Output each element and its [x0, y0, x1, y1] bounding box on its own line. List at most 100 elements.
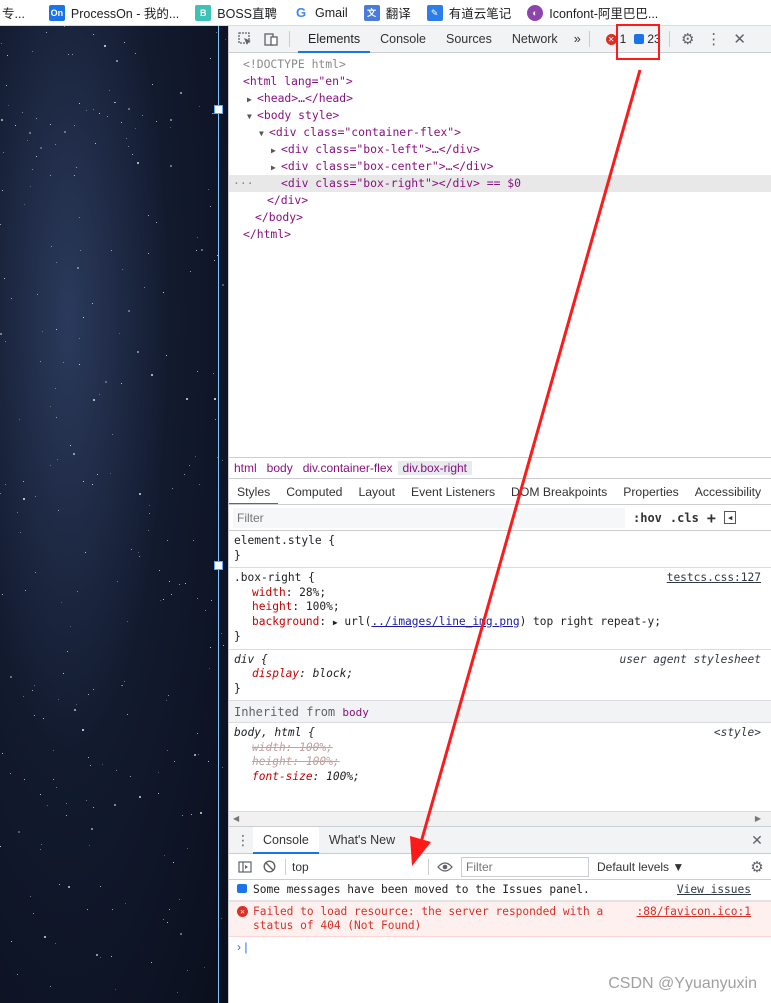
collapse-arrow-icon[interactable]: ▼: [247, 108, 257, 125]
tab-event-listeners[interactable]: Event Listeners: [403, 479, 503, 504]
dom-node[interactable]: ▶ <div class="box-left">…</div>: [229, 141, 771, 158]
star: [30, 896, 31, 897]
close-icon[interactable]: ✕: [730, 29, 750, 49]
console-filter-input[interactable]: [461, 856, 589, 877]
tab-sources[interactable]: Sources: [436, 26, 502, 53]
dom-node[interactable]: ▶ <head>…</head>: [229, 90, 771, 107]
dom-node[interactable]: </html>: [229, 226, 771, 243]
inspect-icon[interactable]: [235, 29, 255, 49]
console-prompt[interactable]: › |: [229, 937, 771, 957]
tab-styles[interactable]: Styles: [229, 479, 279, 504]
dom-node[interactable]: </body>: [229, 209, 771, 226]
resize-handle[interactable]: [214, 561, 223, 570]
rule-source-link[interactable]: testcs.css:127: [667, 571, 761, 584]
tab-layout[interactable]: Layout: [350, 479, 403, 504]
scroll-right-icon[interactable]: ▶: [755, 814, 761, 823]
tab-accessibility[interactable]: Accessibility: [687, 479, 769, 504]
dom-node[interactable]: ▼ <body style>: [229, 107, 771, 124]
star: [179, 899, 180, 900]
tab-console[interactable]: Console: [370, 26, 436, 53]
rule-selector[interactable]: element.style {: [234, 534, 765, 549]
dom-node[interactable]: ▼ <div class="container-flex">: [229, 124, 771, 141]
breadcrumb-item[interactable]: div.box-right: [397, 461, 473, 475]
image-url-link[interactable]: ../images/line_img.png: [371, 615, 519, 628]
error-source-link[interactable]: :88/favicon.ico:1: [636, 905, 751, 919]
gear-icon[interactable]: ⚙: [747, 857, 767, 877]
breadcrumb-item[interactable]: body: [262, 461, 298, 475]
breadcrumb-item[interactable]: div.container-flex: [298, 461, 398, 475]
dom-node[interactable]: ▶ <div class="box-center">…</div>: [229, 158, 771, 175]
star: [8, 105, 9, 106]
css-declaration[interactable]: width: 100%;: [234, 741, 765, 756]
sidebar-toggle-icon[interactable]: ◂: [723, 511, 737, 524]
log-levels-dropdown[interactable]: Default levels ▼: [597, 860, 684, 874]
dom-node[interactable]: </div>: [229, 192, 771, 209]
kebab-menu-icon[interactable]: ⋮: [233, 830, 253, 850]
dom-node-selected[interactable]: ··· <div class="box-right"></div> == $0: [229, 175, 771, 192]
tab-drawer-console[interactable]: Console: [253, 826, 319, 854]
bookmark-item[interactable]: ✎ 有道云笔记: [426, 3, 511, 22]
tab-whats-new[interactable]: What's New: [319, 827, 405, 854]
sidebar-toggle-icon[interactable]: [235, 857, 255, 877]
view-issues-link[interactable]: View issues: [677, 883, 751, 897]
collapse-arrow-icon[interactable]: ▼: [259, 125, 269, 142]
eye-icon[interactable]: [435, 857, 455, 877]
expand-arrow-icon[interactable]: ▶: [271, 142, 281, 159]
clear-console-icon[interactable]: [259, 857, 279, 877]
cls-toggle[interactable]: .cls: [670, 511, 699, 525]
tab-dom-breakpoints[interactable]: DOM Breakpoints: [503, 479, 615, 504]
expand-arrow-icon[interactable]: ▶: [271, 159, 281, 176]
css-declaration[interactable]: height: 100%;: [234, 600, 765, 615]
star: [93, 399, 95, 401]
css-declaration[interactable]: font-size: 100%;: [234, 770, 765, 785]
star: [77, 591, 78, 592]
more-tabs-button[interactable]: »: [568, 26, 587, 53]
star: [32, 690, 33, 691]
css-declaration[interactable]: background: ▶ url(../images/line_img.png…: [234, 615, 765, 631]
inherited-tag-link[interactable]: body: [342, 706, 369, 719]
rule-selector[interactable]: body, html {: [234, 726, 765, 741]
scroll-left-icon[interactable]: ◀: [233, 814, 239, 823]
breadcrumb-item[interactable]: html: [229, 461, 262, 475]
expand-arrow-icon[interactable]: ▶: [333, 618, 338, 627]
bookmark-item[interactable]: G Gmail: [293, 5, 348, 21]
device-toggle-icon[interactable]: [261, 29, 281, 49]
star: [151, 962, 152, 963]
star: [53, 779, 54, 780]
bookmark-item[interactable]: B BOSS直聘: [195, 3, 277, 22]
star: [102, 764, 103, 765]
star: [210, 647, 211, 648]
add-rule-icon[interactable]: +: [707, 509, 716, 527]
star: [90, 765, 91, 766]
dom-node[interactable]: <html lang="en">: [229, 73, 771, 90]
styles-filter-input[interactable]: [233, 507, 625, 528]
star: [1, 43, 2, 44]
bookmark-item[interactable]: 专...: [2, 3, 25, 22]
star: [130, 776, 131, 777]
hov-toggle[interactable]: :hov: [633, 511, 662, 525]
context-selector[interactable]: top: [292, 860, 422, 874]
star: [163, 919, 164, 920]
dom-node[interactable]: <!DOCTYPE html>: [229, 56, 771, 73]
star: [58, 699, 59, 700]
gear-icon[interactable]: ⚙: [678, 29, 698, 49]
bookmark-item[interactable]: On ProcessOn - 我的...: [48, 3, 179, 22]
bookmark-item[interactable]: 文翻译: [363, 3, 411, 22]
expand-arrow-icon[interactable]: ▶: [247, 91, 257, 108]
tab-network[interactable]: Network: [502, 26, 568, 53]
css-declaration[interactable]: height: 100%;: [234, 755, 765, 770]
css-declaration[interactable]: display: block;: [234, 667, 765, 682]
star: [131, 549, 132, 550]
tab-computed[interactable]: Computed: [278, 479, 350, 504]
tab-properties[interactable]: Properties: [615, 479, 687, 504]
star: [40, 849, 41, 850]
kebab-menu-icon[interactable]: ⋮: [704, 29, 724, 49]
close-icon[interactable]: ✕: [747, 830, 767, 850]
inherited-header: Inherited from body: [229, 701, 771, 723]
resize-handle[interactable]: [214, 105, 223, 114]
bookmark-item[interactable]: ◐ Iconfont-阿里巴巴...: [527, 3, 658, 22]
tab-elements[interactable]: Elements: [298, 26, 371, 53]
star: [64, 26, 65, 27]
css-declaration[interactable]: width: 28%;: [234, 586, 765, 601]
horizontal-scrollbar[interactable]: ◀ ▶: [229, 811, 771, 826]
